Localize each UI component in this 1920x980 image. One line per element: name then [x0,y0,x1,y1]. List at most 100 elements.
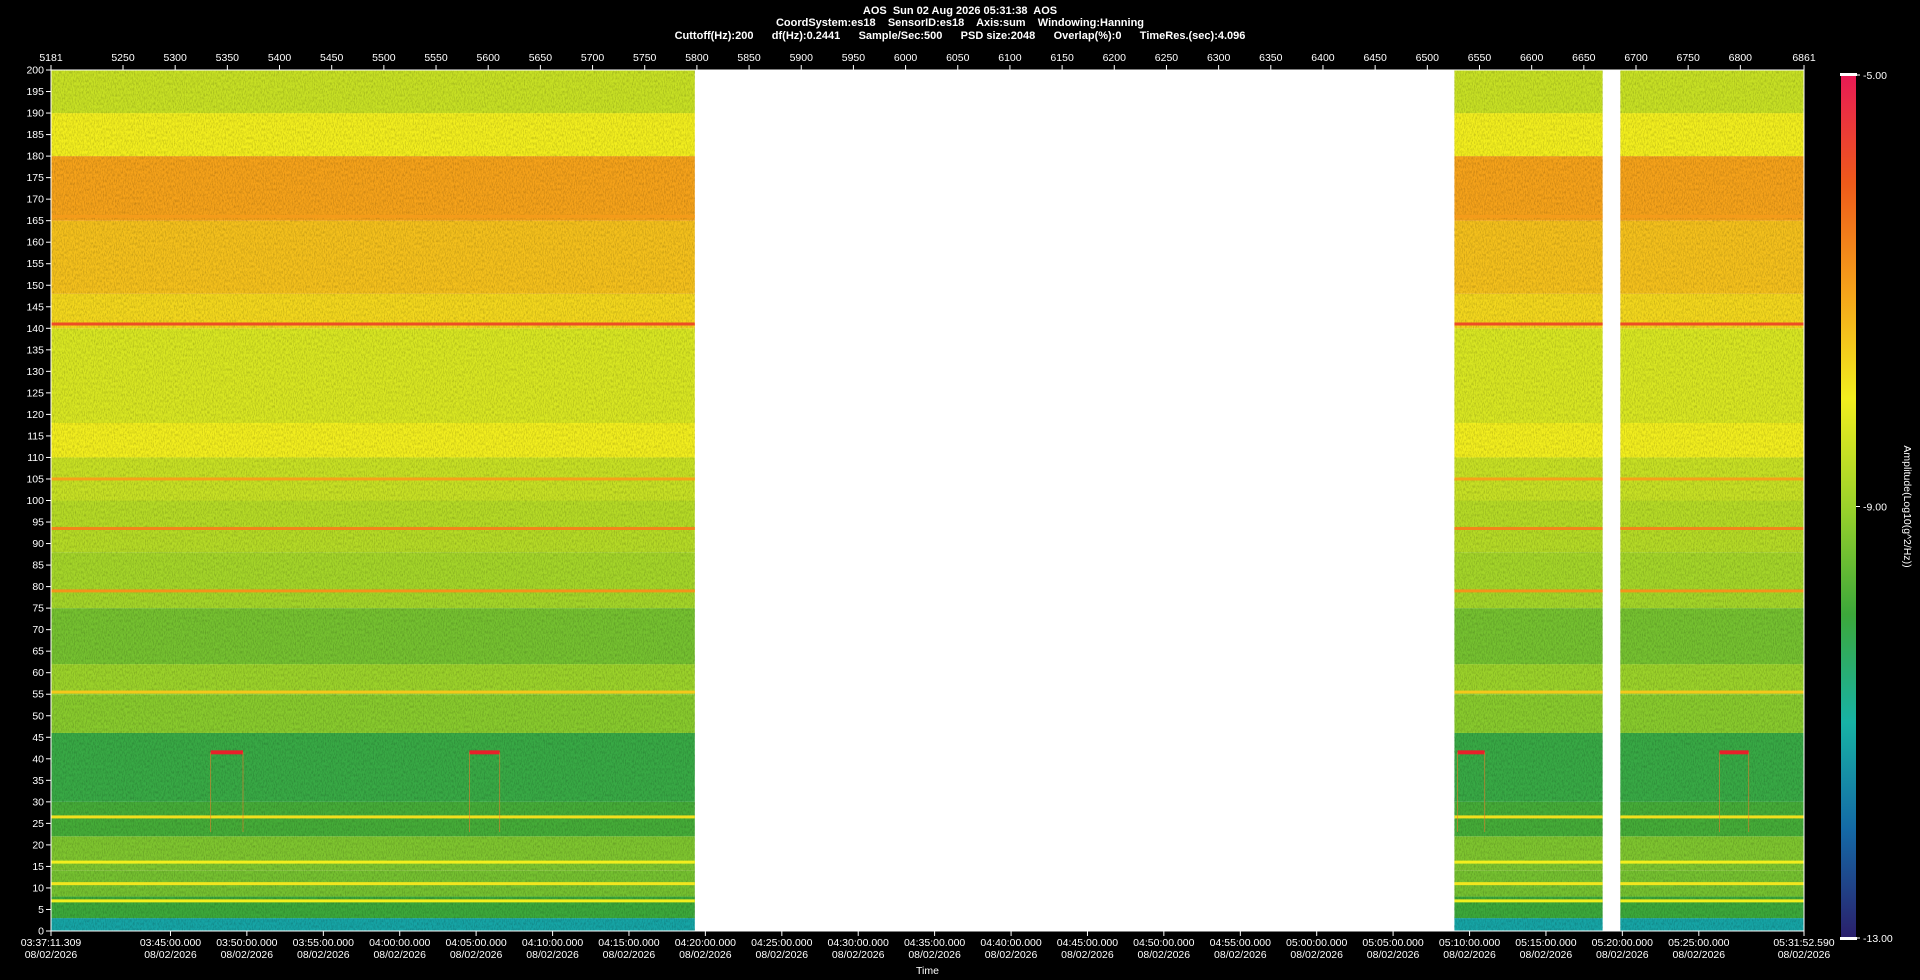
x-axis-time-label: 04:40:00.000 [980,937,1041,949]
y-axis-label: 180 [26,151,44,163]
tonal-line [51,882,695,886]
x-axis-date-label: 08/02/2026 [1061,949,1114,961]
x-axis-time-label: 04:35:00.000 [904,937,965,949]
colorbar-bottom-cap [1840,937,1857,940]
tonal-line [1620,322,1804,326]
y-axis-label: 130 [26,366,44,378]
top-axis-label: 6100 [998,52,1022,64]
spectrogram-chart: 5181 5250 5300 5350 5400 5450 5500 5550 5600 5650… [21,52,1913,977]
colorbar-tick-label: -9.00 [1863,502,1887,514]
top-axis-label: 6600 [1520,52,1544,64]
y-axis-label: 185 [26,129,44,141]
y-axis-label: 85 [32,560,44,572]
tonal-line [1620,860,1804,864]
tonal-line [1620,477,1804,481]
y-axis-label: 35 [32,775,44,787]
top-axis-label: 6750 [1676,52,1700,64]
y-axis-label: 90 [32,538,44,550]
tonal-line [1620,690,1804,694]
y-axis-label: 40 [32,753,44,765]
x-axis-time-label: 04:00:00.000 [369,937,430,949]
x-axis-date-label: 08/02/2026 [25,949,78,961]
x-axis-time-label: 04:50:00.000 [1133,937,1194,949]
top-axis-label: 5250 [111,52,135,64]
x-axis-time-label: 04:20:00.000 [675,937,736,949]
tonal-line [1454,526,1603,530]
x-axis-date-label: 08/02/2026 [1520,949,1573,961]
event-marker [210,750,243,755]
tonal-line [51,589,695,593]
top-axis-label: 5950 [842,52,866,64]
top-axis-label: 6250 [1155,52,1179,64]
y-axis-label: 125 [26,387,44,399]
top-axis-label: 6550 [1468,52,1492,64]
event-marker [1457,750,1485,755]
y-axis-label: 160 [26,237,44,249]
top-axis-label: 5181 [39,52,63,64]
colorbar-gradient [1841,75,1856,938]
colorbar-top-cap [1840,73,1857,76]
x-axis-date-label: 08/02/2026 [679,949,732,961]
x-axis-date-label: 08/02/2026 [373,949,426,961]
x-axis-date-label: 08/02/2026 [144,949,197,961]
x-axis-time-label: 05:31:52.590 [1773,937,1834,949]
y-axis-label: 5 [38,904,44,916]
x-axis-date-label: 08/02/2026 [1596,949,1649,961]
tonal-line [51,899,695,903]
y-axis-label: 175 [26,172,44,184]
top-axis-label: 5400 [268,52,292,64]
top-axis-label: 6700 [1624,52,1648,64]
y-axis-label: 145 [26,301,44,313]
y-axis-label: 200 [26,65,44,77]
y-axis-label: 45 [32,732,44,744]
x-axis-date-label: 08/02/2026 [221,949,274,961]
x-axis-time-label: 03:45:00.000 [140,937,201,949]
x-axis-date-label: 08/02/2026 [832,949,885,961]
tonal-line [51,815,695,819]
y-axis-label: 190 [26,108,44,120]
tonal-line [1454,322,1603,326]
y-axis-label: 75 [32,603,44,615]
y-axis-label: 20 [32,839,44,851]
tonal-line [1454,214,1603,218]
top-axis-label: 5800 [685,52,709,64]
y-axis-label: 70 [32,624,44,636]
top-axis-label: 5700 [581,52,605,64]
x-axis-date-label: 08/02/2026 [1443,949,1496,961]
top-axis-label: 6450 [1363,52,1387,64]
top-axis-label: 5300 [163,52,187,64]
top-axis-label: 6861 [1792,52,1816,64]
colorbar-tick-label: -13.00 [1863,933,1893,945]
y-axis-label: 60 [32,667,44,679]
y-axis-label: 95 [32,517,44,529]
x-axis-date-label: 08/02/2026 [1367,949,1420,961]
colorbar-title: Amplitude(Log10(g^2/Hz)) [1901,445,1913,567]
tonal-line [1454,860,1603,864]
y-axis-label: 105 [26,473,44,485]
top-axis-label: 6650 [1572,52,1596,64]
x-axis-date-label: 08/02/2026 [985,949,1038,961]
top-axis-label: 5850 [737,52,761,64]
x-axis-date-label: 08/02/2026 [1138,949,1191,961]
tonal-line [51,322,695,326]
y-axis-label: 25 [32,818,44,830]
x-axis-time-label: 05:00:00.000 [1286,937,1347,949]
y-axis-label: 110 [27,452,44,464]
tonal-line [1454,815,1603,819]
tonal-line [1620,882,1804,886]
x-axis-time-label: 05:25:00.000 [1668,937,1729,949]
tonal-line [51,690,695,694]
top-axis-label: 6350 [1259,52,1283,64]
data-segment [51,70,695,931]
x-axis-time-label: 04:30:00.000 [828,937,889,949]
top-axis-label: 5600 [477,52,501,64]
y-axis-label: 10 [32,882,44,894]
y-axis-label: 120 [26,409,44,421]
top-axis-label: 5350 [216,52,240,64]
x-axis-time-label: 04:55:00.000 [1210,937,1271,949]
top-axis-label: 6300 [1207,52,1231,64]
x-axis-time-label: 03:37:11.309 [21,937,82,949]
x-axis-time-label: 03:55:00.000 [293,937,354,949]
tonal-line [1620,526,1804,530]
x-axis-date-label: 08/02/2026 [908,949,961,961]
